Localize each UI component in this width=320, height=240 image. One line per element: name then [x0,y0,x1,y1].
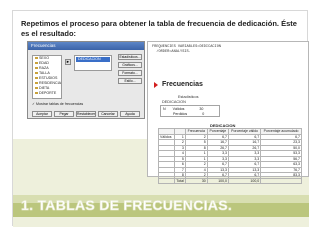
stats-title: Estadísticos [178,95,199,99]
table-cell [158,177,175,184]
frequency-table: Frecuencia Porcentaje Porcentaje válido … [158,128,302,184]
column-header: Frecuencia [184,128,208,135]
column-header: Porcentaje [206,128,230,135]
stats-value: 0 [202,112,205,116]
cancel-button[interactable]: Cancelar [98,111,118,117]
charts-button[interactable]: Gráficos... [118,62,142,68]
red-arrow-icon [154,82,158,88]
reset-button[interactable]: Restablecer [76,111,96,117]
statistics-button[interactable]: Estadísticos... [118,54,142,60]
syntax-text: FREQUENCIES VARIABLES=DEDICACION /ORDER=… [152,45,222,54]
table-cell [260,177,302,184]
column-header: Porcentaje válido [227,128,262,135]
stats-row: Perdidos 0 [173,112,204,116]
show-tables-checkbox[interactable]: Mostrar tablas de frecuencias [32,102,83,106]
stats-variable: DEDICACION [162,100,186,104]
table-cell: Total [173,177,186,184]
table-cell: 100,0 [206,177,230,184]
style-button[interactable]: Estilo... [118,78,142,84]
stats-row: N Válidos 30 [163,107,203,111]
format-button[interactable]: Formato... [118,70,142,76]
slide: Repetimos el proceso para obtener la tab… [12,10,309,227]
table-row: Total 30 100,0 100,0 [158,177,302,184]
output-heading: Frecuencias [162,81,203,88]
variable-item[interactable]: DEPORTE [33,91,61,96]
selected-variable[interactable]: DEDICACION [76,57,110,62]
variable-list[interactable]: SEXO EDAD RAZA TALLA ESTUDIOS RESIDENCIA… [32,55,62,99]
paste-button[interactable]: Pegar [54,111,74,117]
table-cell: 30 [184,177,208,184]
move-arrow-button[interactable]: ► [65,59,71,65]
statistics-table: N Válidos 30 Perdidos 0 [160,105,220,117]
stats-value: 30 [199,107,204,111]
selected-variables-list[interactable]: DEDICACION [74,55,112,71]
column-header: Porcentaje acumulado [260,128,302,135]
output-viewer: FREQUENCIES VARIABLES=DEDICACION /ORDER=… [147,41,309,184]
stats-key: N [163,107,166,111]
help-button[interactable]: Ayuda [120,111,140,117]
slide-title: 1. TABLAS DE FRECUENCIAS. [21,197,233,214]
slide-caption: Repetimos el proceso para obtener la tab… [21,19,297,38]
stats-label: Perdidos [173,112,188,116]
accept-button[interactable]: Aceptar [32,111,52,117]
frequencies-dialog: Frecuencias SEXO EDAD RAZA TALLA ESTUDIO… [27,41,145,119]
dialog-title: Frecuencias [28,42,144,50]
table-cell: 100,0 [227,177,262,184]
stats-label: Válidos [172,107,185,111]
